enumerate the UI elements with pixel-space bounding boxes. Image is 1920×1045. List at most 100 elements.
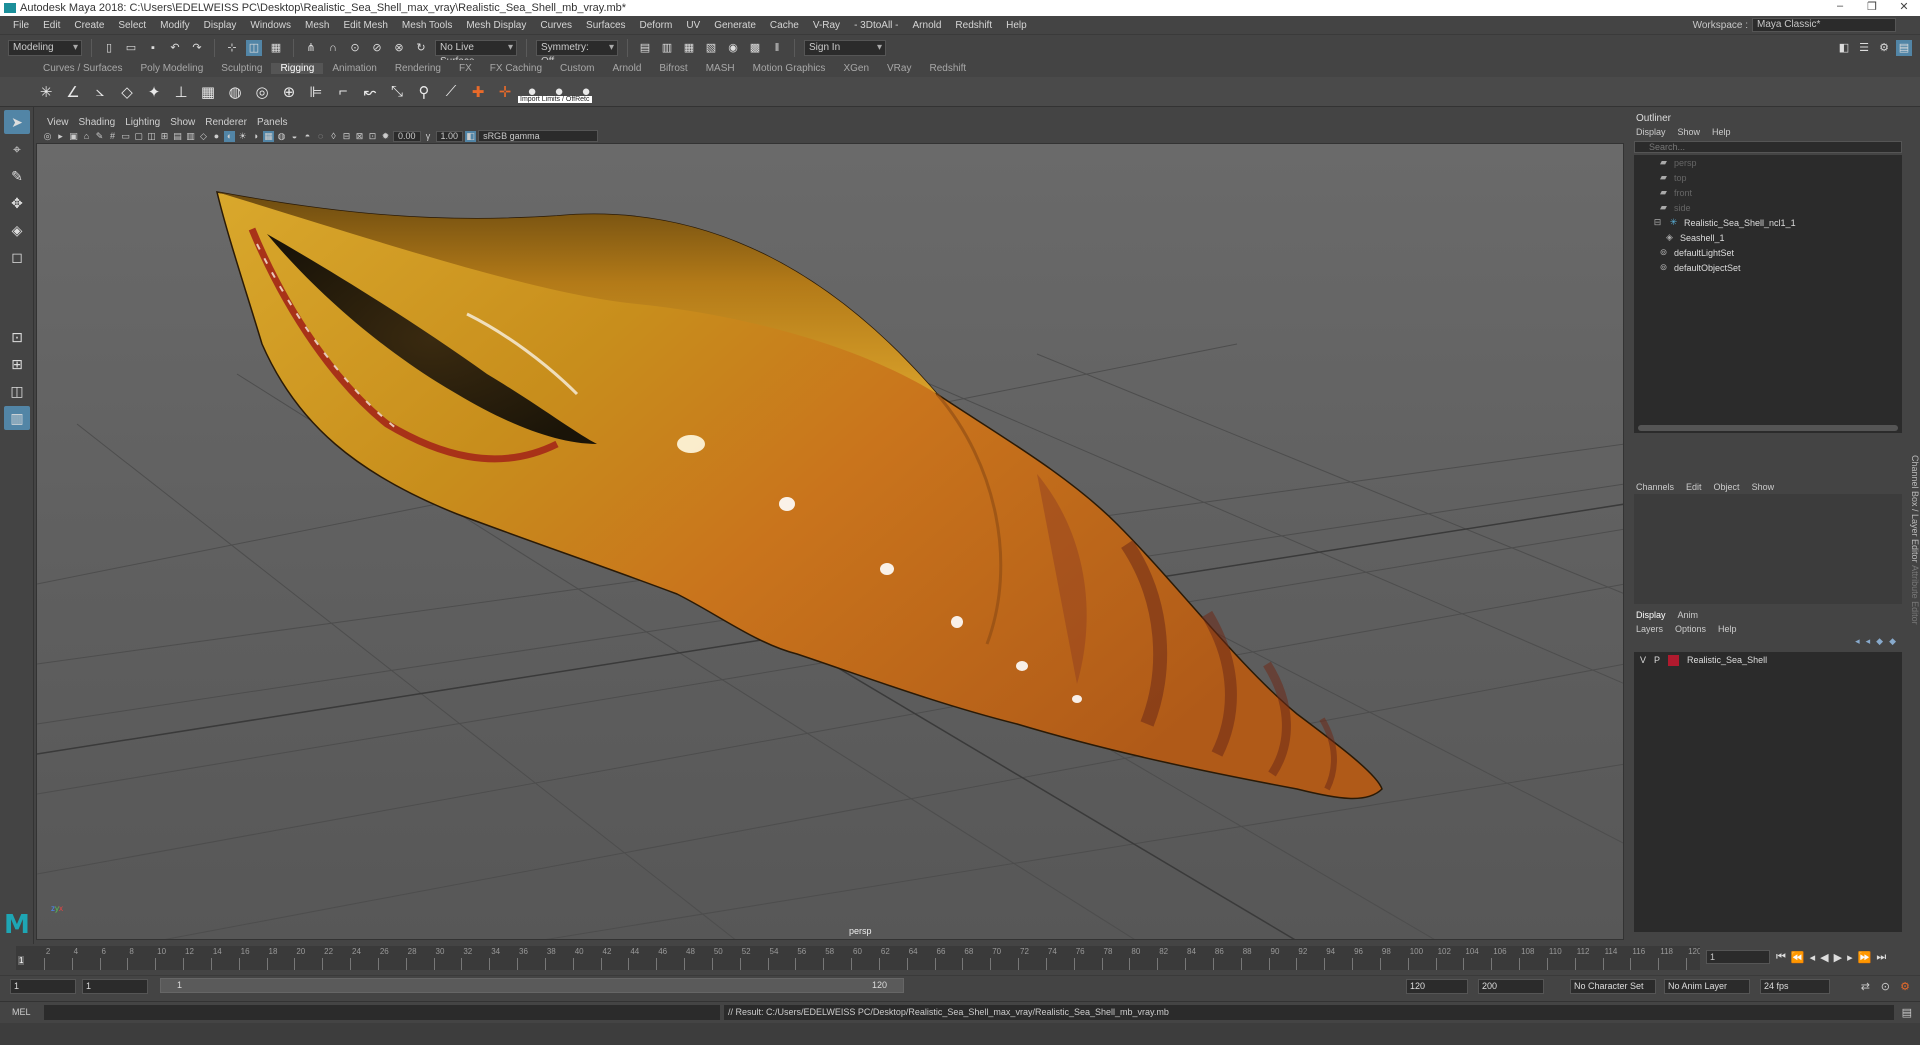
new-layer-selected-icon[interactable]: ◆ (1889, 636, 1896, 652)
render-settings-icon[interactable]: ▧ (703, 40, 719, 56)
grease-pencil-icon[interactable]: ✎ (94, 131, 105, 142)
shelf-tab-bifrost[interactable]: Bifrost (650, 63, 696, 74)
preferences-icon[interactable]: ⚙ (1900, 980, 1910, 993)
use-lights-icon[interactable]: ☀ (237, 131, 248, 142)
layer-menu-help[interactable]: Help (1718, 624, 1737, 634)
outliner-item[interactable]: ▰ side (1634, 200, 1902, 215)
perspective-viewport[interactable]: zyx persp (36, 143, 1624, 940)
shelf-tab-custom[interactable]: Custom (551, 63, 603, 74)
menu-set-dropdown[interactable]: Modeling (8, 39, 82, 56)
open-scene-icon[interactable]: ▭ (123, 40, 139, 56)
parent-constraint-icon[interactable]: ⚲ (414, 82, 434, 102)
symmetry-dropdown[interactable]: Symmetry: Off (536, 39, 618, 67)
select-objects-icon[interactable]: ◫ (246, 39, 262, 56)
menu-help[interactable]: Help (999, 20, 1034, 31)
lattice-icon[interactable]: ▦ (198, 82, 218, 102)
point-constraint-icon[interactable]: ⊫ (306, 82, 326, 102)
menu-curves[interactable]: Curves (533, 20, 579, 31)
expand-icon[interactable]: ⊟ (1652, 218, 1663, 227)
menu-edit[interactable]: Edit (36, 20, 67, 31)
layer-menu-layers[interactable]: Layers (1636, 624, 1663, 634)
scale-tool-icon[interactable]: ◻ (4, 245, 30, 269)
pole-vector-icon[interactable]: ⟋ (441, 82, 461, 102)
render-frame-icon[interactable]: ▥ (659, 40, 675, 56)
shelf-tab-motion-graphics[interactable]: Motion Graphics (744, 63, 835, 74)
snap-point-icon[interactable]: ⊙ (347, 40, 363, 56)
two-view-icon[interactable]: ◫ (4, 379, 30, 403)
wrap-icon[interactable]: ◎ (252, 82, 272, 102)
shelf-tab-curves-surfaces[interactable]: Curves / Surfaces (34, 63, 131, 74)
two-d-pan-icon[interactable]: ⌂ (81, 131, 92, 142)
outliner-item[interactable]: ◈ Seashell_1 (1634, 230, 1902, 245)
gamma-field[interactable]: 1.00 (435, 130, 464, 142)
xray-joints-icon[interactable]: ⊠ (354, 131, 365, 142)
menu-mesh-display[interactable]: Mesh Display (459, 20, 533, 31)
menu-file[interactable]: File (6, 20, 36, 31)
smooth-shade-icon[interactable]: ● (211, 131, 222, 142)
side-tab-channel-box[interactable]: Channel Box / Layer Editor Attribute Edi… (1906, 455, 1920, 655)
loop-icon[interactable]: ⇄ (1861, 980, 1870, 993)
outliner-menu-show[interactable]: Show (1678, 127, 1701, 137)
snap-curve-icon[interactable]: ∩ (325, 40, 341, 56)
playback-start-field[interactable]: 1 (82, 979, 148, 994)
layer-visibility-toggle[interactable]: V (1640, 655, 1646, 665)
snap-view-icon[interactable]: ⊘ (369, 40, 385, 56)
rotate-tool-icon[interactable]: ◈ (4, 218, 30, 242)
depth-of-field-icon[interactable]: ◊ (328, 131, 339, 142)
menu-v-ray[interactable]: V-Ray (806, 20, 847, 31)
outliner-item[interactable]: ⊟ ✳ Realistic_Sea_Shell_ncl1_1 (1634, 215, 1902, 230)
layer-tab-anim[interactable]: Anim (1678, 610, 1699, 620)
move-layer-up-icon[interactable]: ◂ (1855, 636, 1860, 652)
menu-select[interactable]: Select (111, 20, 153, 31)
shelf-tab-arnold[interactable]: Arnold (603, 63, 650, 74)
layer-row[interactable]: V P Realistic_Sea_Shell (1634, 652, 1902, 668)
viewport-menu-view[interactable]: View (42, 117, 74, 128)
menu-mesh-tools[interactable]: Mesh Tools (395, 20, 459, 31)
textured-icon[interactable]: ◐ (224, 130, 235, 142)
anti-aliasing-icon[interactable]: ◌ (315, 131, 326, 142)
shelf-tab-fx-caching[interactable]: FX Caching (481, 63, 551, 74)
wireframe-on-shaded-icon[interactable]: ▦ (263, 130, 274, 142)
isolate-select-icon[interactable]: ⊟ (341, 131, 352, 142)
locator-icon[interactable]: ✚ (468, 82, 488, 102)
outliner-menu-display[interactable]: Display (1636, 127, 1666, 137)
new-scene-icon[interactable]: ▯ (101, 40, 117, 56)
menu--3dtoall-[interactable]: - 3DtoAll - (847, 20, 905, 31)
character-set-dropdown[interactable]: No Character Set (1570, 979, 1656, 994)
image-plane-icon[interactable]: ▣ (68, 131, 79, 142)
step-back-key-icon[interactable]: ⏪ (1791, 951, 1805, 964)
camera-bookmark-icon[interactable]: ▸ (55, 131, 66, 142)
ik-handle-icon[interactable]: ∠ (63, 82, 83, 102)
menu-windows[interactable]: Windows (243, 20, 298, 31)
range-slider-bar[interactable]: 1 120 (160, 978, 904, 993)
fps-dropdown[interactable]: 24 fps (1760, 979, 1830, 994)
menu-create[interactable]: Create (67, 20, 111, 31)
wireframe-icon[interactable]: ◇ (198, 131, 209, 142)
make-live-icon[interactable]: ↻ (413, 40, 429, 56)
paint-weights-icon[interactable]: ⊥ (171, 82, 191, 102)
scene-end-field[interactable]: 200 (1478, 979, 1544, 994)
ik-spline-icon[interactable]: ⦣ (90, 82, 110, 102)
play-forward-icon[interactable]: ▶ (1834, 951, 1842, 964)
shelf-tab-rendering[interactable]: Rendering (386, 63, 450, 74)
ambient-occlusion-icon[interactable]: ◒ (289, 131, 300, 142)
outliner-item[interactable]: ⊚ defaultObjectSet (1634, 260, 1902, 275)
time-slider[interactable]: 2 4 6 8 10 12 14 16 18 20 22 24 26 28 30 32 34 36 38 40 42 44… (16, 946, 1700, 970)
select-hierarchy-icon[interactable]: ⊹ (224, 40, 240, 56)
field-chart-icon[interactable]: ⊞ (159, 131, 170, 142)
modeling-toolkit-icon[interactable]: ◧ (1836, 40, 1852, 56)
motion-blur-icon[interactable]: ◓ (302, 131, 313, 142)
play-back-icon[interactable]: ◀ (1820, 951, 1828, 964)
maximize-icon[interactable]: ❐ (1856, 0, 1888, 13)
resolution-gate-icon[interactable]: ▢ (133, 131, 144, 142)
vray-render-icon[interactable]: ▩ (747, 40, 763, 56)
layer-menu-options[interactable]: Options (1675, 624, 1706, 634)
xray-active-icon[interactable]: ⊡ (367, 131, 378, 142)
viewport-menu-show[interactable]: Show (165, 117, 200, 128)
redo-icon[interactable]: ↷ (189, 40, 205, 56)
outliner-menu-help[interactable]: Help (1712, 127, 1731, 137)
workspace-dropdown[interactable]: Maya Classic* (1752, 18, 1896, 32)
shelf-tab-poly-modeling[interactable]: Poly Modeling (131, 63, 212, 74)
menu-deform[interactable]: Deform (633, 20, 680, 31)
snap-surface-icon[interactable]: ⊗ (391, 40, 407, 56)
